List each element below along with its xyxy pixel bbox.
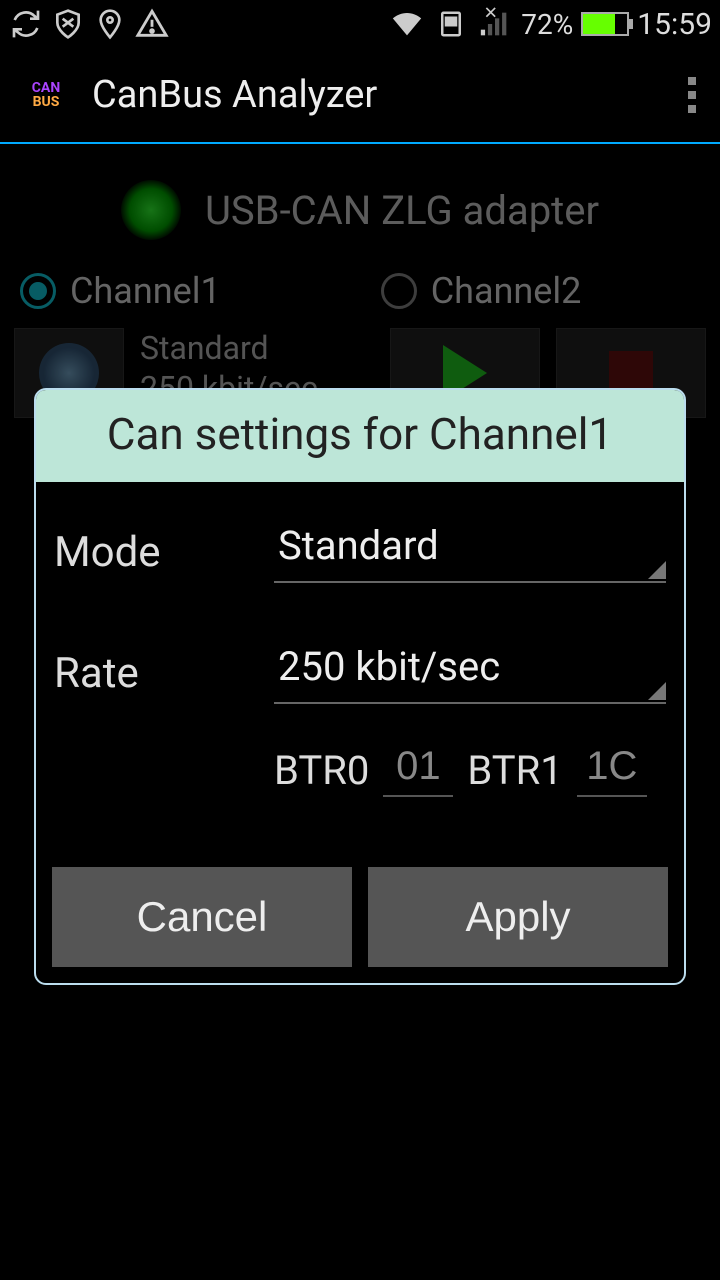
signal-icon: ✕ [477, 6, 513, 42]
svg-text:✕: ✕ [484, 7, 498, 23]
clock: 15:59 [637, 7, 712, 42]
location-icon [92, 6, 128, 42]
dialog-title: Can settings for Channel1 [36, 390, 684, 482]
app-bar: CANBUS CanBus Analyzer [0, 48, 720, 144]
btr1-input[interactable] [577, 744, 647, 797]
rate-value: 250 kbit/sec [278, 643, 500, 690]
settings-dialog: Can settings for Channel1 Mode Standard … [34, 388, 686, 985]
app-icon: CANBUS [16, 65, 76, 125]
app-title: CanBus Analyzer [92, 73, 377, 117]
battery-icon [581, 12, 629, 36]
wifi-icon [389, 6, 425, 42]
overflow-menu-icon[interactable] [680, 69, 704, 121]
rate-spinner[interactable]: 250 kbit/sec [274, 643, 666, 704]
btr0-input[interactable] [383, 744, 453, 797]
rate-label: Rate [54, 643, 274, 698]
shield-icon [50, 6, 86, 42]
cancel-button[interactable]: Cancel [52, 867, 352, 967]
sync-icon [8, 6, 44, 42]
sim-icon [433, 6, 469, 42]
warning-icon [134, 6, 170, 42]
status-bar: ✕ 72% 15:59 [0, 0, 720, 48]
mode-value: Standard [278, 522, 439, 569]
btr1-label: BTR1 [467, 747, 562, 794]
apply-button[interactable]: Apply [368, 867, 668, 967]
btr0-label: BTR0 [274, 747, 369, 794]
battery-percent: 72% [521, 8, 573, 41]
mode-label: Mode [54, 522, 274, 577]
mode-spinner[interactable]: Standard [274, 522, 666, 583]
